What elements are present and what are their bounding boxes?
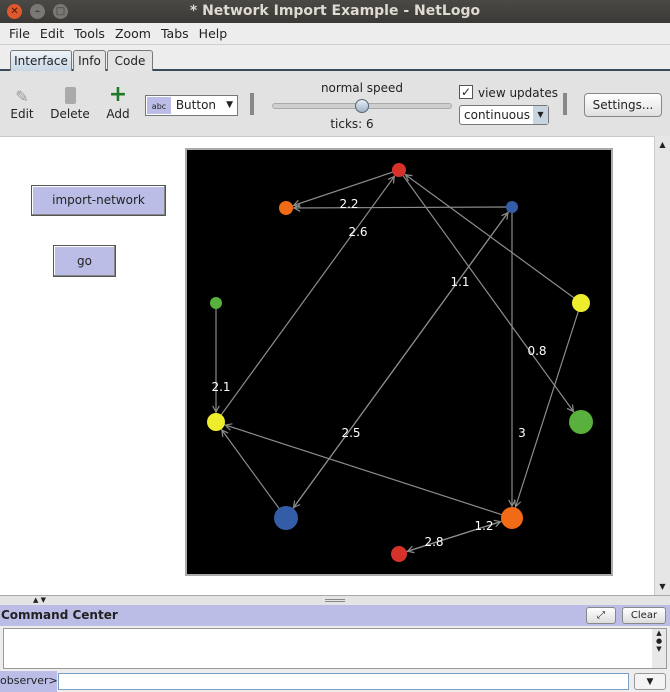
menu-zoom[interactable]: Zoom <box>115 23 151 45</box>
maximize-icon[interactable]: □ <box>53 4 68 19</box>
command-output: ▲ ● ▼ <box>3 628 667 669</box>
link-label: 0.8 <box>527 344 546 358</box>
network-node <box>391 546 407 562</box>
delete-label: Delete <box>50 107 90 121</box>
menu-help[interactable]: Help <box>199 23 228 45</box>
network-node <box>501 507 523 529</box>
menu-bar: File Edit Tools Zoom Tabs Help <box>0 23 670 45</box>
trash-icon <box>64 87 76 104</box>
drag-handle-icon[interactable] <box>325 599 345 602</box>
command-input[interactable] <box>58 673 629 690</box>
plus-icon: + <box>108 82 128 107</box>
expand-icon[interactable]: ⤢ <box>586 607 616 624</box>
toolbar: ✎ Edit Delete + Add abc Button ▼ normal … <box>0 71 670 136</box>
network-link <box>285 206 513 209</box>
update-mode-dropdown[interactable]: continuous ▼ <box>459 105 549 125</box>
title-bar: ✕ – □ * Network Import Example - NetLogo <box>0 0 670 23</box>
network-link <box>398 517 513 555</box>
collapse-arrows-icon[interactable]: ▲ ▼ <box>33 596 46 604</box>
network-node <box>207 413 225 431</box>
link-label: 2.5 <box>341 426 360 440</box>
add-label: Add <box>106 107 130 121</box>
clear-button[interactable]: Clear <box>622 607 666 624</box>
tab-interface[interactable]: Interface <box>10 50 72 71</box>
speed-slider[interactable] <box>272 99 452 113</box>
pencil-icon: ✎ <box>15 87 29 106</box>
menu-tools[interactable]: Tools <box>74 23 105 45</box>
update-mode-value: continuous <box>464 108 530 122</box>
speed-label: normal speed <box>320 81 404 95</box>
network-node <box>210 297 222 309</box>
interface-canvas: import-network go 2.2 2.6 1.1 0.8 2.1 2.5 3 1.2… <box>0 136 654 595</box>
network-link <box>215 421 287 519</box>
command-center-header: Command Center ⤢ Clear <box>0 605 670 626</box>
view-updates-checkbox[interactable]: ✓ <box>459 85 473 99</box>
link-label: 2.8 <box>424 535 443 549</box>
edit-label: Edit <box>10 107 34 121</box>
link-label: 3 <box>518 426 526 440</box>
network-link <box>285 206 513 519</box>
network-node <box>506 201 518 213</box>
link-label: 2.6 <box>348 225 367 239</box>
splitter[interactable]: ▲ ▼ <box>0 595 670 605</box>
network-node <box>279 201 293 215</box>
scroll-up-icon[interactable]: ▲ <box>655 140 670 149</box>
agent-prompt-selector[interactable]: observer> <box>0 671 58 692</box>
widget-type-value: Button <box>175 98 217 112</box>
link-label: 2.1 <box>211 380 230 394</box>
go-button[interactable]: go <box>53 245 116 277</box>
network-link <box>215 421 513 519</box>
chevron-down-icon: ▼ <box>533 106 548 124</box>
separator <box>563 93 567 115</box>
button-widget-icon: abc <box>147 97 171 114</box>
menu-tabs[interactable]: Tabs <box>161 23 189 45</box>
ticks-counter: ticks: 6 <box>330 117 374 131</box>
chevron-down-icon: ▼ <box>226 100 233 110</box>
minimize-icon[interactable]: – <box>30 4 45 19</box>
separator <box>250 93 254 115</box>
add-button[interactable]: + Add <box>104 82 132 122</box>
import-network-button[interactable]: import-network <box>31 185 166 216</box>
vertical-scrollbar[interactable]: ▲ ▼ <box>654 136 670 595</box>
speed-slider-handle[interactable] <box>355 99 369 113</box>
network-link <box>398 169 582 423</box>
menu-file[interactable]: File <box>9 23 30 45</box>
link-label: 1.2 <box>474 519 493 533</box>
output-scrollbar[interactable]: ▲ ● ▼ <box>652 629 666 668</box>
scroll-down-icon[interactable]: ▼ <box>655 582 670 591</box>
command-center-title: Command Center <box>1 608 118 622</box>
edit-button[interactable]: ✎ Edit <box>8 87 36 121</box>
network-node <box>569 410 593 434</box>
network-link <box>398 169 582 304</box>
network-node <box>392 163 406 177</box>
view-updates-label: view updates <box>478 86 558 100</box>
tab-code[interactable]: Code <box>107 50 153 71</box>
network-node <box>572 294 590 312</box>
window-title: * Network Import Example - NetLogo <box>189 3 481 19</box>
tab-info[interactable]: Info <box>73 50 106 71</box>
link-label: 1.1 <box>450 275 469 289</box>
tab-bar: Interface Info Code <box>0 45 670 71</box>
menu-edit[interactable]: Edit <box>40 23 64 45</box>
link-label: 2.2 <box>339 197 358 211</box>
delete-button[interactable]: Delete <box>50 87 90 121</box>
history-dropdown-icon[interactable]: ▼ <box>634 673 666 690</box>
widget-type-dropdown[interactable]: abc Button ▼ <box>145 95 238 116</box>
settings-button[interactable]: Settings... <box>584 93 662 117</box>
world-view[interactable]: 2.2 2.6 1.1 0.8 2.1 2.5 3 1.2 2.8 <box>185 148 613 576</box>
network-graph: 2.2 2.6 1.1 0.8 2.1 2.5 3 1.2 2.8 <box>207 163 593 562</box>
close-icon[interactable]: ✕ <box>7 4 22 19</box>
network-node <box>274 506 298 530</box>
